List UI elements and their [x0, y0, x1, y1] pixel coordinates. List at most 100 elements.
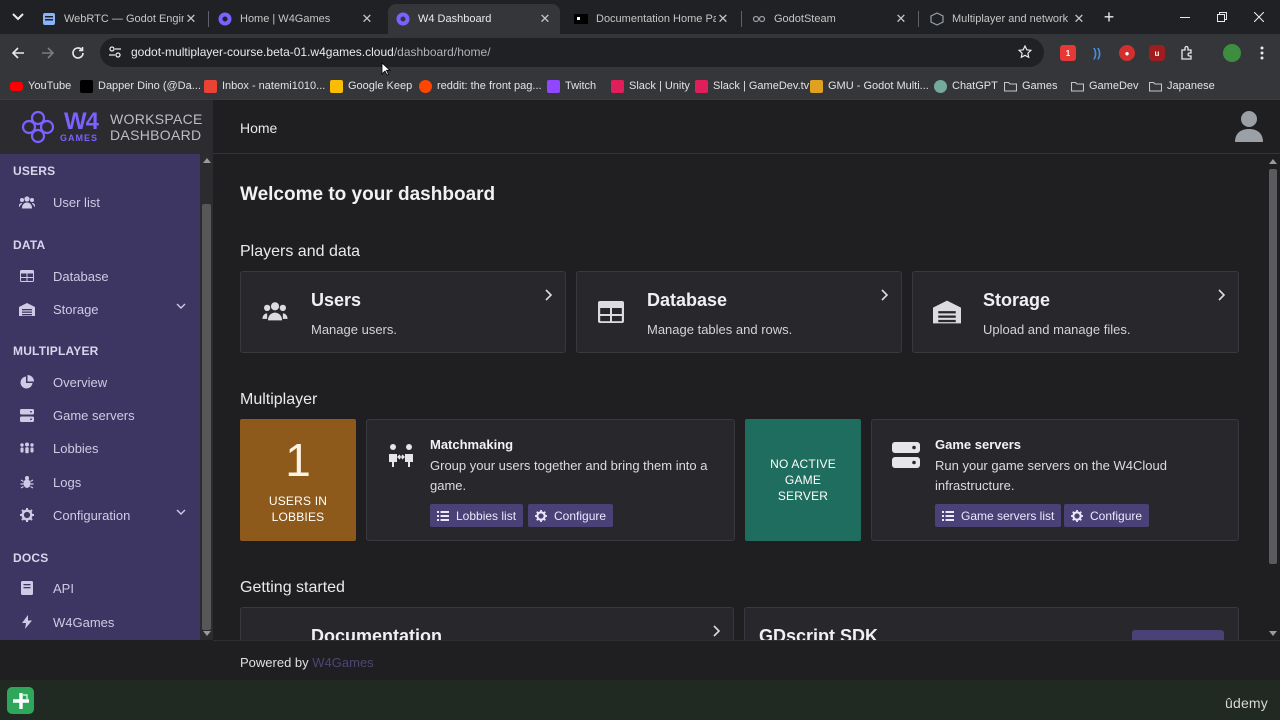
- sidebar-item-lobbies[interactable]: Lobbies: [0, 433, 200, 463]
- sidebar-item-user-list[interactable]: User list: [0, 187, 200, 217]
- chevron-right-icon: [713, 625, 721, 637]
- stat-value: 1: [285, 434, 311, 486]
- bookmark-item[interactable]: GameDev: [1071, 78, 1139, 94]
- bookmark-label: Google Keep: [348, 80, 413, 92]
- scrollbar-thumb[interactable]: [1269, 169, 1277, 564]
- url-text: godot-multiplayer-course.beta-01.w4games…: [131, 45, 491, 59]
- ublock-shield-icon[interactable]: u: [1149, 45, 1165, 61]
- scroll-up-arrow-icon[interactable]: [203, 158, 211, 163]
- restore-window-icon[interactable]: [1213, 8, 1231, 26]
- gdscript-sdk-button[interactable]: [1132, 630, 1224, 640]
- browser-toolbar: godot-multiplayer-course.beta-01.w4games…: [0, 34, 1280, 72]
- sidebar-item-label: Game servers: [53, 407, 135, 423]
- bookmark-item[interactable]: Google Keep: [330, 78, 412, 94]
- chevron-right-icon: [545, 289, 553, 301]
- w4games-logo[interactable]: W4 GAMES WORKSPACE DASHBOARD: [20, 109, 203, 145]
- storage-card[interactable]: Storage Upload and manage files.: [912, 271, 1239, 353]
- sidebar-item-game-servers[interactable]: Game servers: [0, 400, 200, 430]
- browser-menu-icon[interactable]: [1254, 45, 1270, 61]
- gdscript-sdk-card[interactable]: GDscript SDK: [744, 607, 1239, 640]
- forward-arrow-icon[interactable]: [38, 43, 58, 63]
- w4games-footer-link[interactable]: W4Games: [312, 655, 373, 670]
- database-card[interactable]: Database Manage tables and rows.: [576, 271, 902, 353]
- user-avatar-icon[interactable]: [1234, 109, 1264, 143]
- scroll-down-arrow-icon[interactable]: [1269, 631, 1277, 636]
- url-path: /dashboard/home/: [393, 45, 491, 59]
- bookmark-item[interactable]: Twitch: [547, 78, 596, 94]
- dashboard-label: DASHBOARD: [110, 127, 202, 143]
- documentation-favicon: [574, 12, 588, 26]
- back-arrow-icon[interactable]: [8, 43, 28, 63]
- browser-tab-documentation[interactable]: Documentation Home Pag ✕: [566, 4, 738, 34]
- bookmark-item[interactable]: Games: [1004, 78, 1057, 94]
- close-window-icon[interactable]: [1250, 8, 1268, 26]
- game-servers-list-button[interactable]: Game servers list: [935, 504, 1062, 527]
- card-subtitle: Upload and manage files.: [983, 322, 1131, 337]
- lobbies-list-button[interactable]: Lobbies list: [430, 504, 524, 527]
- extension-record-icon[interactable]: ●: [1119, 45, 1135, 61]
- scroll-down-arrow-icon[interactable]: [203, 631, 211, 636]
- main-scrollbar[interactable]: [1266, 155, 1280, 640]
- browser-tab-multiplayer[interactable]: Multiplayer and network ✕: [922, 4, 1094, 34]
- slack-icon: [611, 79, 624, 93]
- bookmark-item[interactable]: Dapper Dino (@Da...: [80, 78, 201, 94]
- bookmark-item[interactable]: Inbox - natemi1010...: [204, 78, 325, 94]
- tab-search-chevron-icon[interactable]: [8, 7, 28, 27]
- sidebar-item-configuration[interactable]: Configuration: [0, 500, 200, 530]
- close-tab-icon[interactable]: ✕: [184, 11, 198, 26]
- bookmark-item[interactable]: Slack | Unity: [611, 78, 690, 94]
- close-tab-icon[interactable]: ✕: [894, 11, 908, 26]
- chevron-down-icon[interactable]: [176, 303, 186, 310]
- scrollbar-thumb[interactable]: [202, 204, 211, 630]
- godot-favicon: [930, 12, 944, 26]
- sidebar-item-storage[interactable]: Storage: [0, 294, 200, 324]
- keep-icon: [330, 79, 343, 93]
- workspace-label: WORKSPACE: [110, 111, 203, 127]
- sidebar-scrollbar[interactable]: [200, 154, 213, 640]
- tab-separator: [741, 11, 742, 27]
- no-active-game-server-stat[interactable]: NO ACTIVE GAME SERVER: [745, 419, 861, 541]
- users-card[interactable]: Users Manage users.: [240, 271, 566, 353]
- site-info-icon[interactable]: [108, 45, 122, 59]
- close-tab-icon[interactable]: ✕: [716, 11, 730, 26]
- taskbar-app-icon[interactable]: [7, 687, 34, 714]
- sidebar-item-api[interactable]: API: [0, 573, 200, 603]
- matchmaking-configure-button[interactable]: Configure: [528, 504, 614, 527]
- scroll-up-arrow-icon[interactable]: [1269, 159, 1277, 164]
- bookmark-item[interactable]: ChatGPT: [934, 78, 998, 94]
- sidebar-item-database[interactable]: Database: [0, 261, 200, 291]
- bookmark-star-icon[interactable]: [1018, 45, 1032, 59]
- chevron-down-icon[interactable]: [176, 509, 186, 516]
- browser-tab-webrtc[interactable]: WebRTC — Godot Engine ✕: [34, 4, 206, 34]
- game-servers-configure-button[interactable]: Configure: [1064, 504, 1150, 527]
- close-tab-icon[interactable]: ✕: [538, 11, 552, 26]
- matchmaking-description: Group your users together and bring them…: [430, 458, 708, 493]
- minimize-window-icon[interactable]: [1176, 8, 1194, 26]
- sidebar-item-w4games[interactable]: W4Games: [0, 607, 200, 637]
- sidebar-item-label: Logs: [53, 474, 82, 490]
- bookmark-item[interactable]: reddit: the front pag...: [419, 78, 542, 94]
- close-tab-icon[interactable]: ✕: [360, 11, 374, 26]
- extension-badge-icon[interactable]: 1: [1060, 45, 1076, 61]
- address-bar[interactable]: godot-multiplayer-course.beta-01.w4games…: [100, 38, 1044, 67]
- extensions-puzzle-icon[interactable]: [1179, 45, 1195, 61]
- new-tab-button[interactable]: +: [1100, 8, 1118, 26]
- reload-icon[interactable]: [68, 43, 88, 63]
- players-and-data-heading: Players and data: [240, 243, 361, 260]
- sidebar-item-overview[interactable]: Overview: [0, 367, 200, 397]
- browser-tab-w4-dashboard[interactable]: W4 Dashboard ✕: [388, 4, 560, 34]
- breadcrumb[interactable]: Home: [240, 120, 277, 136]
- extension-wave-icon[interactable]: )): [1089, 45, 1105, 61]
- browser-tab-w4games-home[interactable]: Home | W4Games ✕: [210, 4, 382, 34]
- close-tab-icon[interactable]: ✕: [1072, 11, 1086, 26]
- profile-avatar-icon[interactable]: [1223, 44, 1241, 62]
- bookmark-item[interactable]: YouTube: [10, 78, 71, 94]
- bookmark-item[interactable]: GMU - Godot Multi...: [810, 78, 929, 94]
- tab-title: Documentation Home Pag: [596, 13, 716, 25]
- documentation-card[interactable]: Documentation: [240, 607, 734, 640]
- users-in-lobbies-stat[interactable]: 1 USERS IN LOBBIES: [240, 419, 356, 541]
- bookmark-item[interactable]: Japanese: [1149, 78, 1215, 94]
- sidebar-item-logs[interactable]: Logs: [0, 467, 200, 497]
- browser-tab-godotsteam[interactable]: GodotSteam ✕: [744, 4, 916, 34]
- bookmark-item[interactable]: Slack | GameDev.tv: [695, 78, 809, 94]
